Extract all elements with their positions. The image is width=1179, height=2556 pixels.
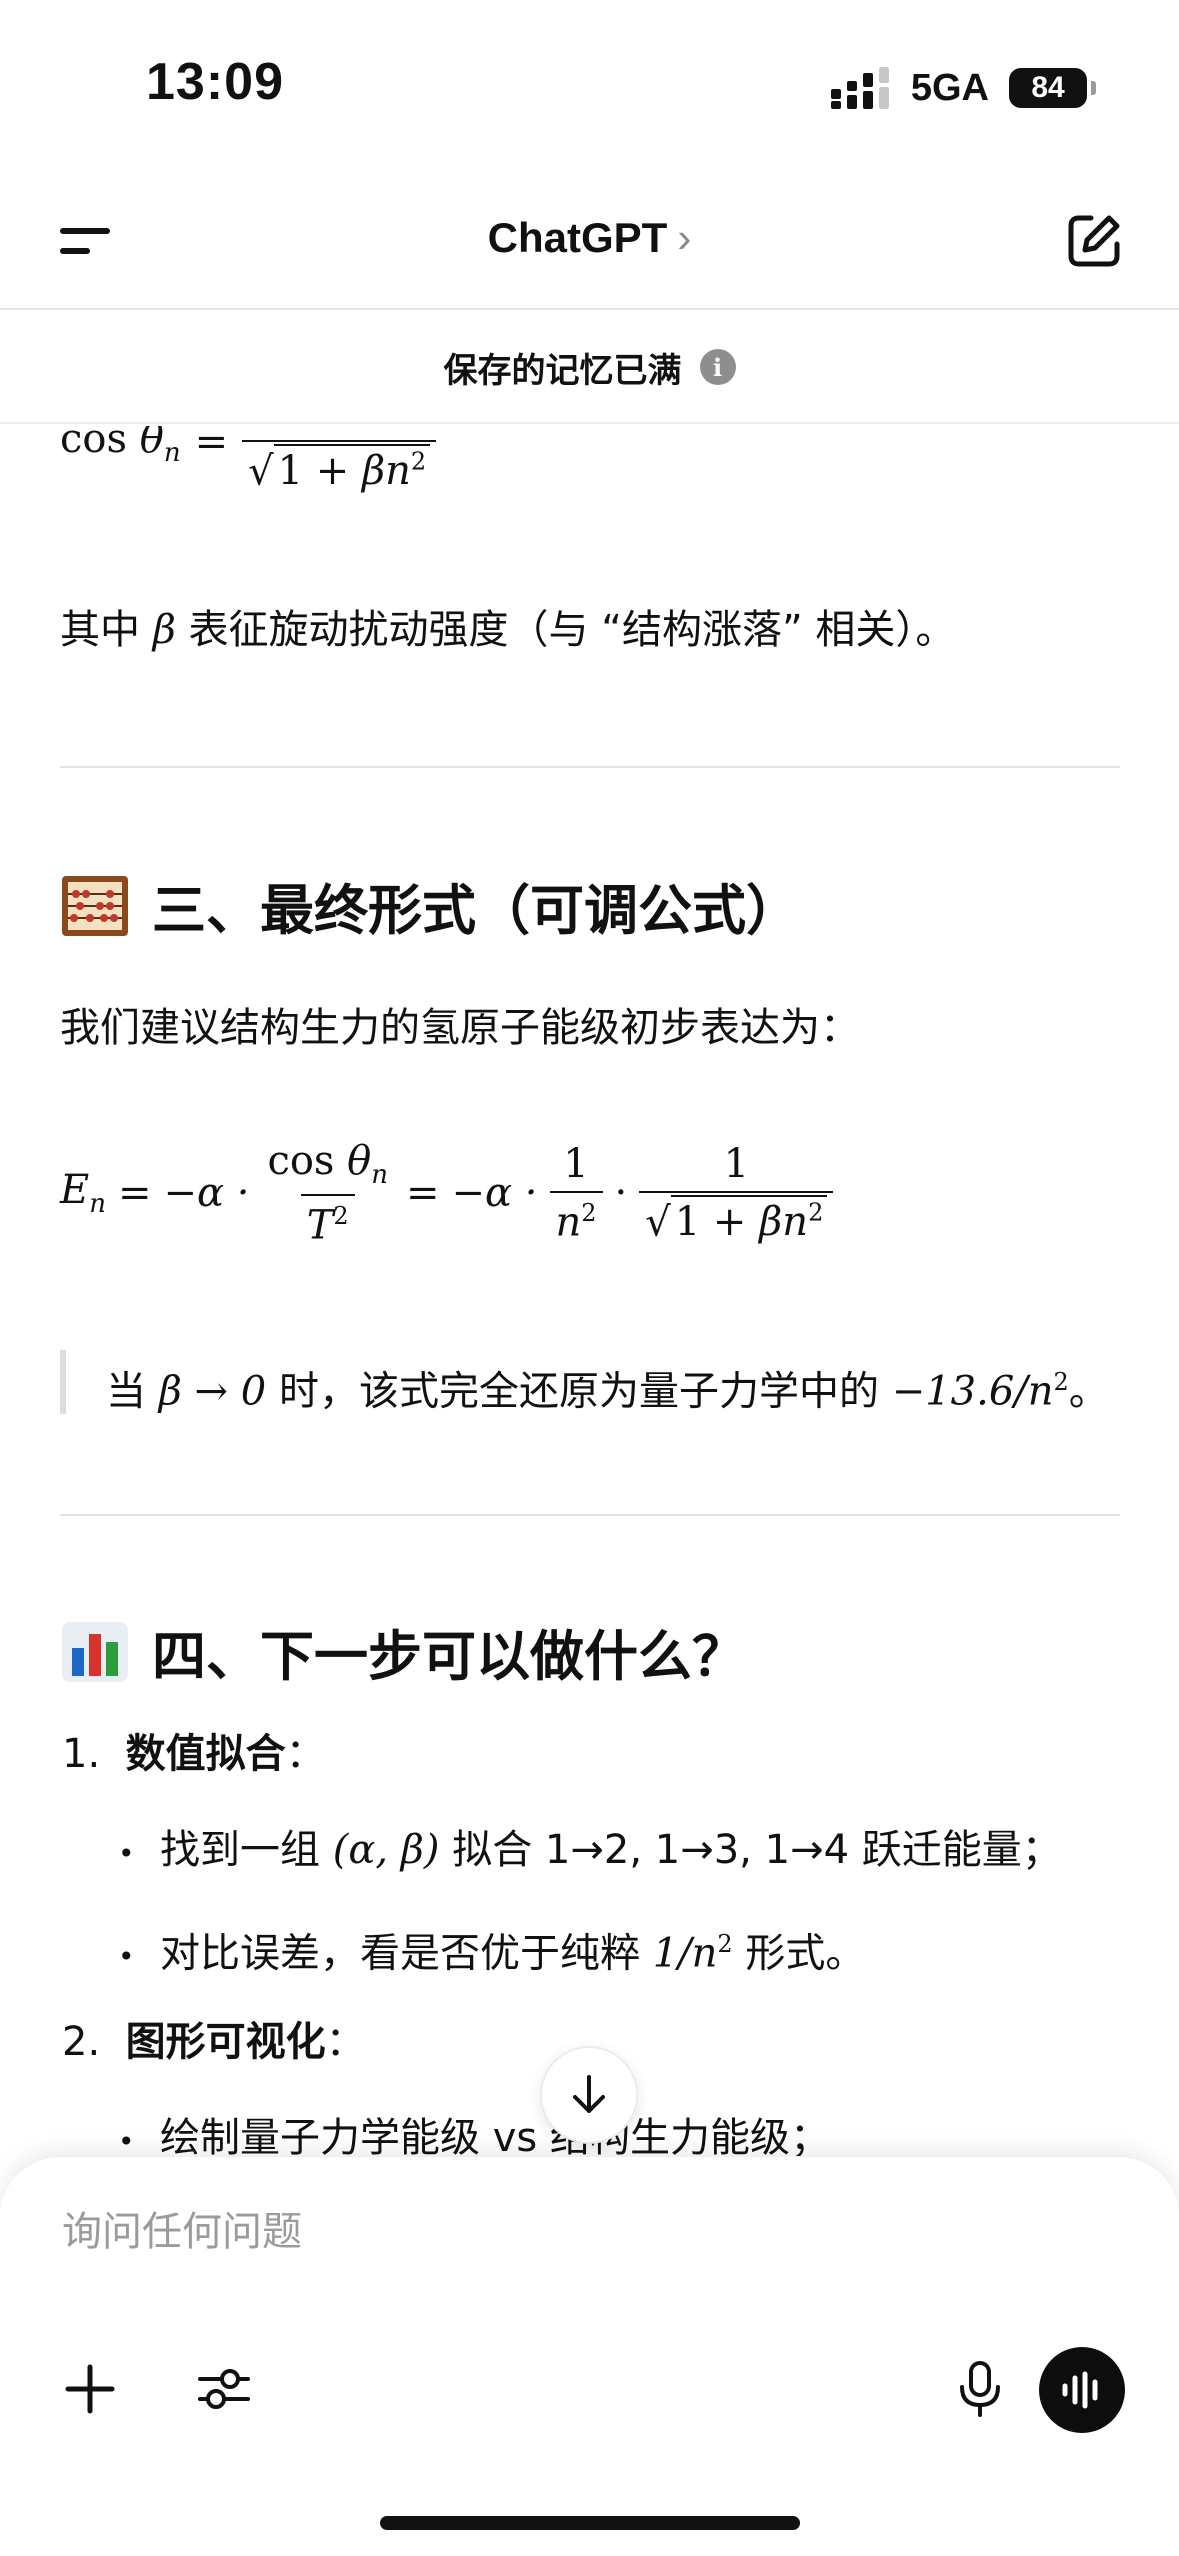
plus-icon bbox=[65, 2364, 115, 2414]
divider bbox=[60, 766, 1120, 768]
memory-full-banner[interactable]: 保存的记忆已满 i bbox=[0, 312, 1179, 424]
tools-button[interactable] bbox=[184, 2349, 264, 2429]
limit-quote: 当 β → 0 时，该式完全还原为量子力学中的 −13.6/n2。 bbox=[60, 1350, 1109, 1414]
home-indicator bbox=[380, 2516, 800, 2530]
network-type: 5GA bbox=[910, 66, 989, 109]
section-3-title: 三、最终形式（可调公式） bbox=[152, 879, 800, 942]
partial-formula: cos θn = 1 √1 + βn2 bbox=[60, 426, 437, 495]
status-bar: 13:09 5GA 84 bbox=[0, 0, 1179, 170]
battery-icon: 84 bbox=[1009, 68, 1096, 108]
microphone-icon bbox=[960, 2361, 1000, 2417]
voice-mode-button[interactable] bbox=[1039, 2347, 1125, 2433]
model-selector[interactable]: ChatGPT › bbox=[0, 214, 1179, 262]
section-4-title: 四、下一步可以做什么？ bbox=[152, 1625, 746, 1688]
chat-content[interactable]: cos θn = 1 √1 + βn2 其中 β 表征旋动扰动强度（与 “结构涨… bbox=[0, 426, 1179, 2156]
energy-equation: En = −α · cos θn T2 = −α · 1 n2 · 1 √ 1 +… bbox=[60, 1138, 834, 1248]
abacus-icon bbox=[62, 875, 128, 936]
list-bullet: • 找到一组 (α, β) 拟合 1→2, 1→3, 1→4 跃迁能量； bbox=[118, 1827, 1062, 1873]
waveform-icon bbox=[1062, 2371, 1098, 2409]
sliders-icon bbox=[198, 2369, 250, 2409]
section-4-heading: 四、下一步可以做什么？ bbox=[60, 1612, 746, 1691]
message-input[interactable] bbox=[60, 2197, 1120, 2267]
info-icon[interactable]: i bbox=[699, 349, 736, 385]
cellular-signal-icon bbox=[830, 67, 889, 109]
composer bbox=[0, 2156, 1179, 2556]
status-icons: 5GA 84 bbox=[830, 64, 1096, 112]
add-attachment-button[interactable] bbox=[50, 2349, 130, 2429]
status-time: 13:09 bbox=[146, 53, 284, 111]
nav-bar: ChatGPT › bbox=[0, 170, 1179, 310]
scroll-to-bottom-button[interactable] bbox=[540, 2046, 638, 2144]
list-item-1: 1. 数值拟合： bbox=[62, 1731, 326, 1777]
battery-level: 84 bbox=[1031, 71, 1065, 104]
section-3-heading: 三、最终形式（可调公式） bbox=[60, 866, 800, 945]
section-3-intro: 我们建议结构生力的氢原子能级初步表达为： bbox=[60, 1005, 860, 1051]
new-chat-icon[interactable] bbox=[1065, 212, 1123, 270]
beta-note: 其中 β 表征旋动扰动强度（与 “结构涨落” 相关）。 bbox=[60, 607, 956, 653]
list-bullet: • 绘制量子力学能级 vs 结构生力能级； bbox=[118, 2115, 830, 2156]
memory-banner-text: 保存的记忆已满 bbox=[443, 350, 682, 391]
nav-title: ChatGPT bbox=[487, 214, 668, 261]
chevron-right-icon: › bbox=[677, 214, 692, 261]
list-item-2: 2. 图形可视化： bbox=[62, 2019, 366, 2065]
dictation-button[interactable] bbox=[940, 2349, 1020, 2429]
divider bbox=[60, 1514, 1120, 1516]
bar-chart-icon bbox=[62, 1621, 128, 1682]
list-bullet: • 对比误差，看是否优于纯粹 1/n2 形式。 bbox=[118, 1930, 866, 1977]
arrow-down-icon bbox=[573, 2075, 605, 2113]
